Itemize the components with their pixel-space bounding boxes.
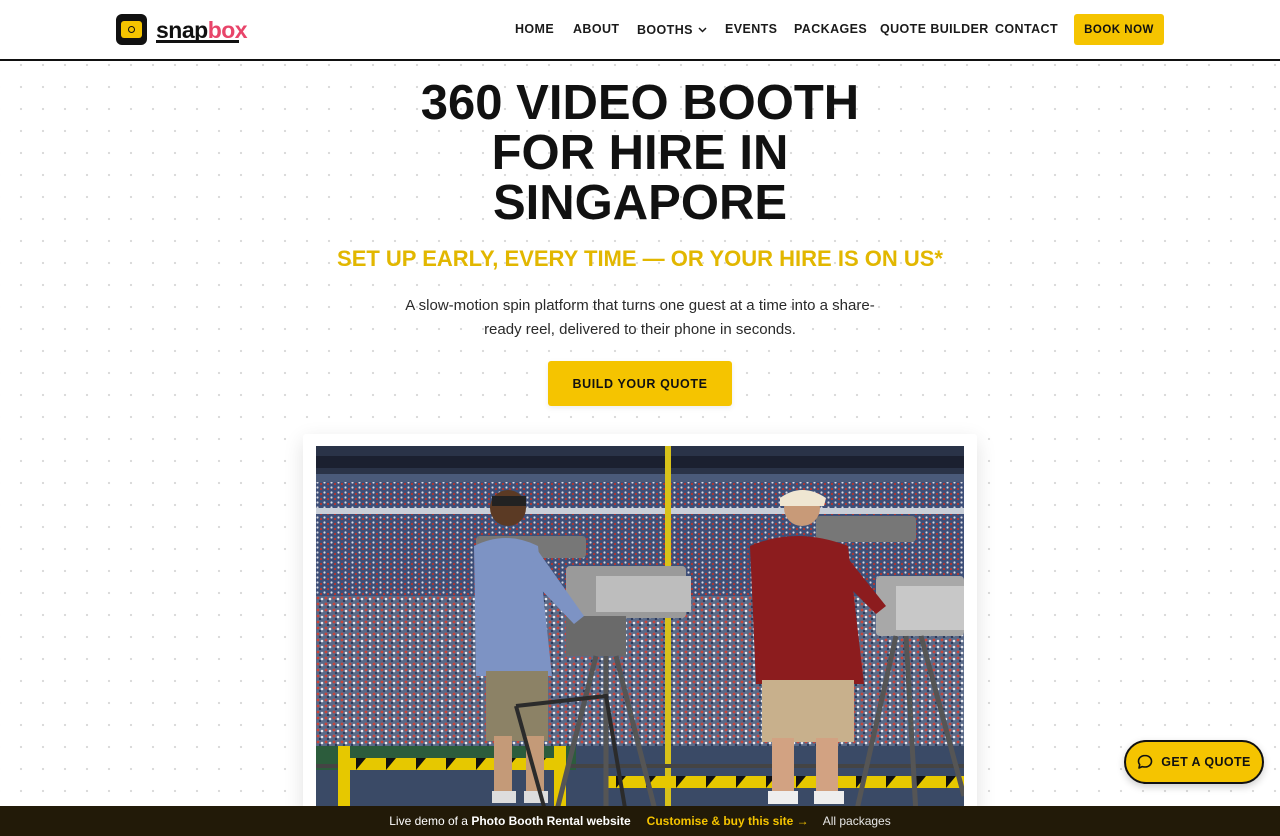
nav-packages[interactable]: PACKAGES	[794, 22, 867, 36]
stadium-camera-operators-image	[316, 446, 964, 814]
title-line-1: 360 VIDEO BOOTH	[420, 76, 860, 130]
nav-home[interactable]: HOME	[515, 22, 554, 36]
demo-bar-prefix: Live demo of a	[389, 814, 472, 828]
nav-booths[interactable]: BOOTHS	[637, 22, 707, 37]
title-line-3: SINGAPORE	[492, 176, 788, 230]
build-quote-button[interactable]: BUILD YOUR QUOTE	[548, 361, 732, 406]
hero-subtitle: SET UP EARLY, EVERY TIME — OR YOUR HIRE …	[337, 246, 943, 271]
hero-image-card	[303, 434, 977, 814]
customise-buy-link[interactable]: Customise & buy this site →	[647, 814, 809, 828]
demo-bar-site-type: Photo Booth Rental website	[471, 814, 631, 828]
camera-logo-icon	[116, 14, 147, 45]
nav-quote-builder[interactable]: QUOTE BUILDER	[880, 22, 989, 36]
demo-bar: Live demo of a Photo Booth Rental websit…	[0, 806, 1280, 836]
all-packages-link[interactable]: All packages	[823, 814, 891, 828]
page-title: 360 VIDEO BOOTH FOR HIRE IN SINGAPORE	[340, 78, 940, 228]
site-header: snapbox HOME ABOUT BOOTHS EVENTS PACKAGE…	[0, 0, 1280, 61]
title-line-2: FOR HIRE IN	[491, 126, 789, 180]
nav-about[interactable]: ABOUT	[573, 22, 619, 36]
hero-photo	[316, 446, 964, 814]
hero-description: A slow-motion spin platform that turns o…	[405, 297, 875, 338]
chevron-down-icon	[698, 22, 707, 36]
nav-events[interactable]: EVENTS	[725, 22, 777, 36]
logo-text: snapbox	[156, 19, 248, 42]
floating-get-quote-button[interactable]: GET A QUOTE	[1124, 740, 1264, 784]
chat-bubble-icon	[1137, 754, 1153, 769]
nav-contact[interactable]: CONTACT	[995, 22, 1058, 36]
floating-get-quote-label: GET A QUOTE	[1161, 755, 1251, 769]
logo-underline	[156, 40, 239, 43]
book-now-button[interactable]: BOOK NOW	[1074, 14, 1164, 45]
nav-booths-label: BOOTHS	[637, 23, 693, 37]
